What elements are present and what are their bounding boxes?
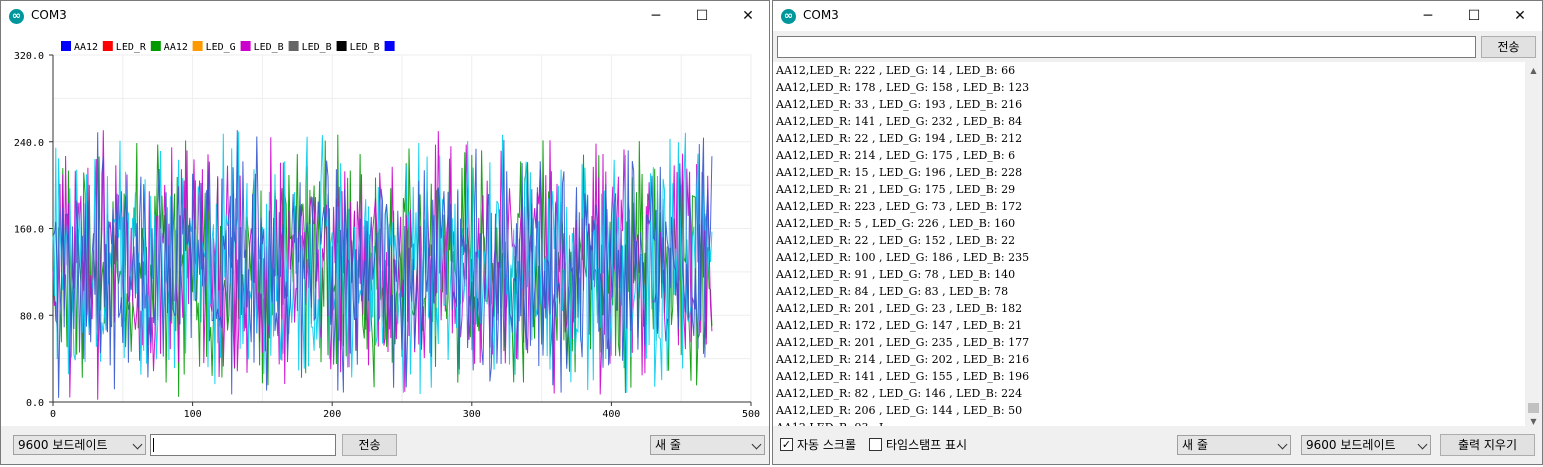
y-tick-label: 80.0 <box>20 311 44 322</box>
legend-label: LED_B <box>254 42 284 53</box>
legend-label: LED_R <box>116 42 147 53</box>
timestamp-checkbox[interactable] <box>869 438 882 451</box>
chevron-down-icon <box>751 439 762 450</box>
x-tick-label: 300 <box>463 409 481 420</box>
timestamp-label: 타임스탬프 표시 <box>886 438 968 452</box>
legend-label: AA12 <box>164 42 188 53</box>
serial-line: AA12,LED_R: 5 , LED_G: 226 , LED_B: 160 <box>776 217 1016 230</box>
minimize-button[interactable]: ─ <box>1405 1 1451 31</box>
autoscroll-label: 자동 스크롤 <box>797 438 857 452</box>
title-bar: COM3 ─ ☐ ✕ <box>773 1 1542 31</box>
monitor-bottom-bar: ✓ 자동 스크롤 타임스탬프 표시 새 줄 9600 보드레이트 출력 지우기 <box>773 426 1542 464</box>
close-button[interactable]: ✕ <box>1497 1 1542 31</box>
y-tick-label: 0.0 <box>26 398 44 409</box>
serial-line: AA12,LED_R: 214 , LED_G: 202 , LED_B: 21… <box>776 353 1030 366</box>
legend-swatch <box>288 41 299 51</box>
line-ending-value: 새 줄 <box>1182 438 1208 452</box>
maximize-button[interactable]: ☐ <box>679 1 725 31</box>
serial-line: AA12,LED_R: 141 , LED_G: 232 , LED_B: 84 <box>776 115 1023 128</box>
title-bar: COM3 ─ ☐ ✕ <box>1 1 769 31</box>
y-tick-label: 240.0 <box>14 138 44 149</box>
legend-swatch <box>384 41 395 51</box>
legend-label: AA12 <box>74 42 98 53</box>
baud-rate-value: 9600 보드레이트 <box>18 438 108 452</box>
minimize-button[interactable]: ─ <box>633 1 679 31</box>
serial-line: AA12,LED_R: 22 , LED_G: 194 , LED_B: 212 <box>776 132 1023 145</box>
x-tick-label: 100 <box>184 409 202 420</box>
send-input[interactable] <box>150 434 336 456</box>
chevron-down-icon <box>1417 439 1428 450</box>
serial-line: AA12,LED_R: 100 , LED_G: 186 , LED_B: 23… <box>776 251 1030 264</box>
plot-area: 0.0 80.0 160.0 240.0 320.0 0 100 200 300 400 500 AA… <box>1 31 769 427</box>
plot-chart: 0.0 80.0 160.0 240.0 320.0 0 100 200 300 400 500 AA… <box>14 41 760 420</box>
serial-output: AA12,LED_R: 222 , LED_G: 14 , LED_B: 66 A… <box>773 62 1525 430</box>
x-tick-label: 400 <box>602 409 620 420</box>
legend-swatch <box>240 41 251 51</box>
serial-line: AA12,LED_R: 178 , LED_G: 158 , LED_B: 12… <box>776 81 1030 94</box>
baud-rate-select[interactable]: 9600 보드레이트 <box>1301 435 1431 455</box>
line-ending-value: 새 줄 <box>655 438 681 452</box>
legend-swatch <box>336 41 347 51</box>
y-tick-label: 320.0 <box>14 51 44 62</box>
legend-swatch <box>150 41 161 51</box>
maximize-button[interactable]: ☐ <box>1451 1 1497 31</box>
autoscroll-checkbox[interactable]: ✓ <box>780 438 793 451</box>
x-tick-label: 200 <box>323 409 341 420</box>
serial-line: AA12,LED_R: 15 , LED_G: 196 , LED_B: 228 <box>776 166 1023 179</box>
scroll-up-icon[interactable]: ▲ <box>1525 62 1542 79</box>
baud-rate-value: 9600 보드레이트 <box>1306 438 1396 452</box>
vertical-scrollbar[interactable]: ▲ ▼ <box>1525 62 1542 430</box>
x-tick-label: 500 <box>742 409 760 420</box>
line-ending-select[interactable]: 새 줄 <box>650 435 765 455</box>
serial-line: AA12,LED_R: 206 , LED_G: 144 , LED_B: 50 <box>776 404 1023 417</box>
clear-output-button[interactable]: 출력 지우기 <box>1440 434 1535 456</box>
serial-line: AA12,LED_R: 223 , LED_G: 73 , LED_B: 172 <box>776 200 1023 213</box>
chevron-down-icon <box>1277 439 1288 450</box>
serial-line: AA12,LED_R: 22 , LED_G: 152 , LED_B: 22 <box>776 234 1016 247</box>
plotter-bottom-bar: 9600 보드레이트 전송 새 줄 <box>1 426 769 464</box>
scrollbar-thumb[interactable] <box>1528 403 1539 413</box>
serial-line: AA12,LED_R: 21 , LED_G: 175 , LED_B: 29 <box>776 183 1016 196</box>
serial-monitor-window: COM3 ─ ☐ ✕ 전송 AA12,LED_R: 222 , LED_G: 1… <box>772 0 1543 465</box>
legend-swatch <box>192 41 203 51</box>
chevron-down-icon <box>132 439 143 450</box>
send-button[interactable]: 전송 <box>1481 36 1536 58</box>
serial-line: AA12,LED_R: 33 , LED_G: 193 , LED_B: 216 <box>776 98 1023 111</box>
serial-line: AA12,LED_R: 201 , LED_G: 235 , LED_B: 17… <box>776 336 1030 349</box>
serial-line: AA12,LED_R: 214 , LED_G: 175 , LED_B: 6 <box>776 149 1016 162</box>
arduino-icon <box>9 8 24 24</box>
line-ending-select[interactable]: 새 줄 <box>1177 435 1291 455</box>
send-input[interactable] <box>777 36 1476 58</box>
serial-line: AA12,LED_R: 201 , LED_G: 23 , LED_B: 182 <box>776 302 1023 315</box>
text-cursor <box>153 438 154 452</box>
y-tick-label: 160.0 <box>14 225 44 236</box>
serial-line: AA12,LED_R: 172 , LED_G: 147 , LED_B: 21 <box>776 319 1023 332</box>
baud-rate-select[interactable]: 9600 보드레이트 <box>13 435 146 455</box>
serial-line: AA12,LED_R: 82 , LED_G: 146 , LED_B: 224 <box>776 387 1023 400</box>
window-title: COM3 <box>803 8 839 22</box>
arduino-icon <box>781 8 796 24</box>
serial-plotter-window: COM3 ─ ☐ ✕ 0.0 80.0 160.0 240.0 320.0 0 100 200… <box>0 0 770 465</box>
serial-line: AA12,LED_R: 141 , LED_G: 155 , LED_B: 19… <box>776 370 1030 383</box>
serial-line: AA12,LED_R: 91 , LED_G: 78 , LED_B: 140 <box>776 268 1016 281</box>
legend-label: LED_B <box>302 42 332 53</box>
close-button[interactable]: ✕ <box>725 1 769 31</box>
serial-line: AA12,LED_R: 222 , LED_G: 14 , LED_B: 66 <box>776 64 1016 77</box>
legend-label: LED_G <box>206 42 236 53</box>
send-button[interactable]: 전송 <box>342 434 397 456</box>
legend-label: LED_B <box>350 42 380 53</box>
x-tick-label: 0 <box>50 409 56 420</box>
serial-line: AA12,LED_R: 84 , LED_G: 83 , LED_B: 78 <box>776 285 1009 298</box>
legend-swatch <box>102 41 113 51</box>
legend-swatch <box>61 41 71 51</box>
window-title: COM3 <box>31 8 67 22</box>
